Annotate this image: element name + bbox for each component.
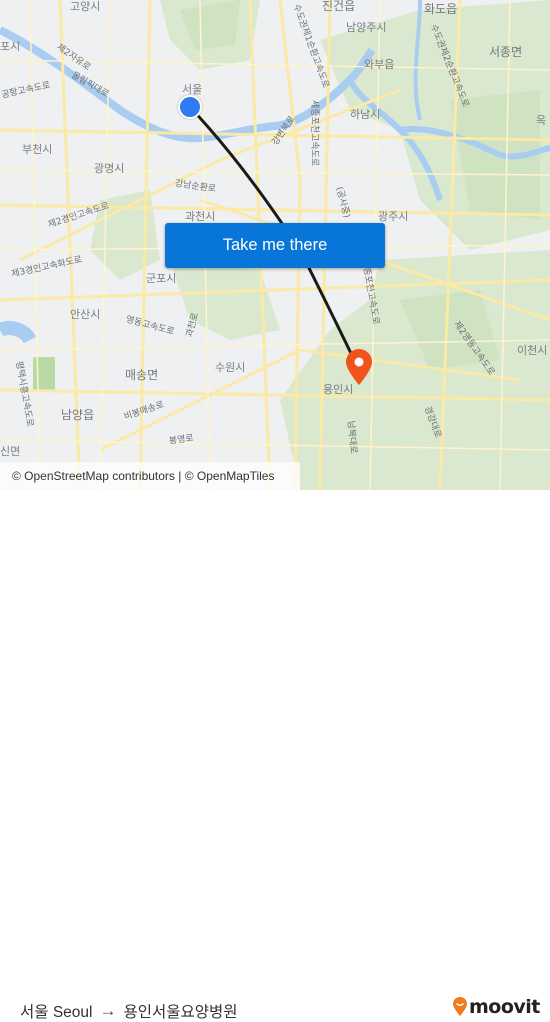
place-label: 와부읍 <box>364 58 395 71</box>
place-label: 과천시 <box>185 210 216 223</box>
take-me-there-button[interactable]: Take me there <box>165 223 385 268</box>
arrow-right-icon: → <box>99 1001 117 1020</box>
place-label: 광주시 <box>378 210 409 223</box>
place-label: 수원시 <box>215 361 246 374</box>
place-label: 하남시 <box>350 108 381 121</box>
moovit-wordmark: moovit <box>469 996 540 1018</box>
place-label: 매송면 <box>125 368 159 382</box>
road-label: 세종포천고속도로 <box>309 100 319 167</box>
place-label: 옥 <box>536 114 547 127</box>
place-label: 광명시 <box>94 162 125 175</box>
place-label: 서종면 <box>489 45 523 59</box>
origin-name: 서울 Seoul <box>20 1004 93 1021</box>
place-label: 군포시 <box>146 272 177 285</box>
map-attribution[interactable]: © OpenStreetMap contributors | © OpenMap… <box>0 462 300 490</box>
road-label: 남북대로 <box>345 420 358 455</box>
moovit-logo[interactable]: moovit <box>452 996 540 1018</box>
place-label: 포시 <box>0 40 21 53</box>
place-label: 고양시 <box>70 0 101 13</box>
place-label: 진건읍 <box>322 0 356 13</box>
destination-name: 용인서울요양병원 <box>123 1004 238 1021</box>
place-label: 화도읍 <box>424 2 458 16</box>
place-label: 신면 <box>0 445 21 458</box>
place-label: 안산시 <box>70 308 101 321</box>
route-title: 서울 Seoul → 용인서울요양병원 <box>20 1000 238 1022</box>
map-view[interactable]: 고양시 포시 서울 진건읍 화도읍 남양주시 와부읍 서종면 하남시 옥 부천시… <box>0 0 550 490</box>
place-label: 남양주시 <box>346 21 387 34</box>
place-label: 이천시 <box>517 344 548 357</box>
destination-marker-icon[interactable] <box>344 348 374 386</box>
place-label: 부천시 <box>22 143 53 156</box>
moovit-pin-icon <box>453 997 467 1016</box>
place-label: 남양읍 <box>61 408 95 422</box>
footer: 서울 Seoul → 용인서울요양병원 moovit <box>0 490 550 1021</box>
origin-marker[interactable] <box>178 95 202 119</box>
